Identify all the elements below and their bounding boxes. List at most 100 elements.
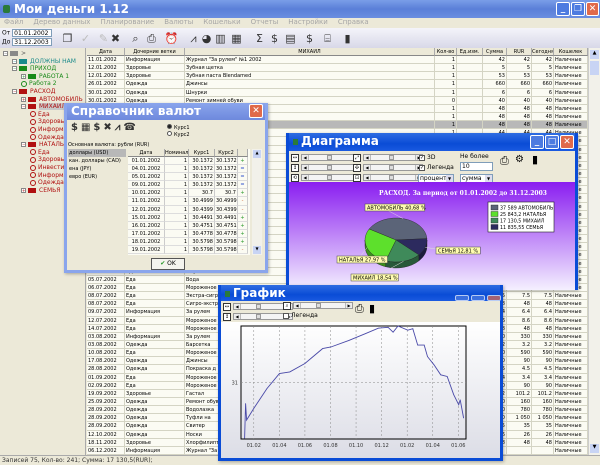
find-icon[interactable]: ⌕	[128, 31, 143, 46]
expand-toggle-icon[interactable]: −	[21, 142, 26, 148]
copy-icon[interactable]: ❐	[60, 31, 75, 46]
cash-register-icon[interactable]: ⌸	[320, 31, 335, 46]
column-header[interactable]: МИХАИЛ	[185, 48, 435, 56]
calculator-icon[interactable]: ▤	[283, 31, 298, 46]
rates-row[interactable]: 04.01.2002 1 30.1372 30.1372 =	[128, 165, 250, 174]
slider[interactable]: ◀▶	[301, 154, 361, 161]
diagram-maximize-button[interactable]: □	[545, 135, 559, 149]
menu-planning[interactable]: Планирование	[100, 18, 154, 28]
arrow-left-icon[interactable]: ◀	[302, 155, 309, 160]
maximize-button[interactable]: ❐	[571, 2, 585, 16]
menu-file[interactable]: Файл	[4, 18, 23, 28]
rates-column-header[interactable]	[238, 149, 248, 157]
alarm-clock-icon[interactable]: ⏰	[164, 31, 179, 46]
expand-toggle-icon[interactable]: +	[21, 73, 26, 79]
slider[interactable]: ◀▶	[293, 302, 353, 309]
checkbox-3d[interactable]: ✓	[419, 154, 425, 161]
menu-data-tree[interactable]: Дерево данных	[33, 18, 90, 28]
limit-input[interactable]: 10	[460, 162, 493, 171]
tree-node[interactable]: Еда	[30, 111, 50, 118]
sum-icon[interactable]: Σ	[252, 31, 267, 46]
diagram-close-button[interactable]: ✕	[560, 135, 574, 149]
expand-toggle-icon[interactable]: −	[12, 89, 17, 94]
graph-close-button[interactable]	[487, 295, 501, 301]
radio-rate2[interactable]: Курс2	[167, 131, 190, 138]
arrow-right-icon[interactable]: ▶	[345, 303, 352, 308]
slider-thumb[interactable]	[327, 175, 332, 180]
delete-icon[interactable]: ✖	[108, 31, 123, 46]
rates-column-header[interactable]: Курс2	[215, 149, 238, 157]
scroll-down-button[interactable]: ▼	[590, 444, 599, 453]
expand-toggle-icon[interactable]: −	[12, 58, 17, 64]
tree-node[interactable]: + РАБОТА 1	[21, 73, 69, 80]
scroll-up-button[interactable]: ▲	[590, 50, 599, 59]
delete-currency-icon[interactable]: ✖	[103, 122, 114, 133]
arrow-left-icon[interactable]: ◀	[302, 165, 309, 170]
graph-check-legend[interactable]: Легенда	[283, 312, 318, 319]
currency-list-item[interactable]: ена (JPY)	[68, 165, 126, 173]
close-button[interactable]: ✕	[586, 2, 599, 16]
ok-button[interactable]: ✔ OK	[151, 258, 185, 270]
rates-scroll-down[interactable]: ▼	[253, 246, 261, 254]
tree-node[interactable]: Еда	[30, 149, 50, 156]
currency-list-item[interactable]: доллары (USD)	[68, 149, 126, 157]
print-icon[interactable]: ⎙	[500, 154, 509, 168]
print-icon[interactable]: ⎙	[144, 31, 159, 46]
table-scrollbar[interactable]: ▲ ▼	[588, 48, 600, 455]
tree-node[interactable]: − РАСХОД	[12, 88, 55, 95]
exit-door-icon[interactable]: ▮	[340, 31, 355, 46]
add-currency-icon[interactable]: $	[93, 122, 103, 133]
column-header[interactable]: Кошелек	[554, 48, 588, 56]
tree-node[interactable]: Работа 2	[21, 80, 57, 87]
menu-settings[interactable]: Настройки	[288, 18, 328, 28]
rates-row[interactable]: 16.01.2002 1 30.4751 30.4751 +	[128, 221, 250, 230]
date-to-input[interactable]	[12, 38, 53, 46]
tree-node[interactable]: − НАТАЛЬЯ	[21, 141, 68, 148]
slider[interactable]: ◀▶	[363, 154, 423, 161]
arrow-left-icon[interactable]: ◀	[302, 175, 309, 180]
column-header[interactable]: Сумма	[483, 48, 507, 56]
expand-toggle-icon[interactable]: +	[21, 96, 26, 102]
print-icon[interactable]: ⎙	[355, 302, 364, 316]
rates-row[interactable]: 17.01.2002 1 30.4778 30.4778 +	[128, 229, 250, 238]
date-from-input[interactable]	[12, 29, 53, 37]
column-header[interactable]: RUR	[507, 48, 532, 56]
column-header[interactable]: Сегодня	[532, 48, 554, 56]
tree-node[interactable]: Одежда	[30, 134, 64, 141]
table-row[interactable]: 26.01.2002 Одежда Джинсы 1 660 660 660 Наличные	[87, 80, 588, 89]
rates-row[interactable]: 05.01.2002 1 30.1372 30.1372 =	[128, 173, 250, 182]
rates-row[interactable]: 09.01.2002 1 30.1372 30.1372 =	[128, 181, 250, 190]
tree-node[interactable]: − ДОЛЖНЫ НАМ	[12, 58, 76, 65]
slider[interactable]: ◀▶	[301, 174, 361, 181]
arrow-left-icon[interactable]: ◀	[294, 303, 301, 308]
arrow-left-icon[interactable]: ◀	[364, 155, 371, 160]
checkbox-legend[interactable]: ✓	[419, 164, 425, 171]
slider-thumb[interactable]	[256, 304, 261, 309]
slider[interactable]: ◀▶	[363, 174, 423, 181]
rates-column-header[interactable]: Дата	[128, 149, 165, 157]
tree-node[interactable]: Здоровье	[30, 118, 68, 125]
dollar-icon[interactable]: $	[71, 122, 81, 133]
table-row[interactable]: 11.01.2002 Информация Журнал "За рулем" №1…	[87, 56, 588, 65]
bar-chart-icon[interactable]: ▥	[213, 31, 228, 46]
table-icon[interactable]: ▦	[229, 31, 244, 46]
table-row[interactable]: 12.01.2002 Здоровье Зубная щетка 1 5 5 5 Наличн…	[87, 64, 588, 73]
arrow-left-icon[interactable]: ◀	[234, 304, 241, 309]
column-header[interactable]: Дочерние ветки	[125, 48, 185, 56]
exit-door-icon[interactable]: ▮	[532, 153, 538, 166]
tree-node[interactable]: − ПРИХОД	[12, 65, 56, 72]
slider-thumb[interactable]	[389, 165, 394, 170]
slider-thumb[interactable]	[327, 155, 332, 160]
wallet-icon[interactable]: $	[302, 31, 317, 46]
table-row[interactable]: 12.01.2002 Здоровье Зубная паста Blendamed…	[87, 72, 588, 81]
web-update-icon[interactable]: ☎	[123, 122, 138, 133]
rates-row[interactable]: 12.01.2002 1 30.4399 30.4399-	[128, 205, 250, 214]
menu-help[interactable]: Справка	[338, 18, 369, 28]
slider[interactable]: ◀▶	[301, 164, 361, 171]
column-header[interactable]: Дата	[87, 48, 125, 56]
rates-row[interactable]: 19.01.2002 1 30.5798 30.5798-	[128, 246, 250, 255]
rates-row[interactable]: 15.01.2002 1 30.4491 30.4491 +	[128, 213, 250, 222]
rates-column-header[interactable]: Курс1	[189, 149, 215, 157]
slider-thumb[interactable]	[256, 314, 261, 319]
expand-toggle-icon[interactable]: −	[12, 66, 17, 72]
